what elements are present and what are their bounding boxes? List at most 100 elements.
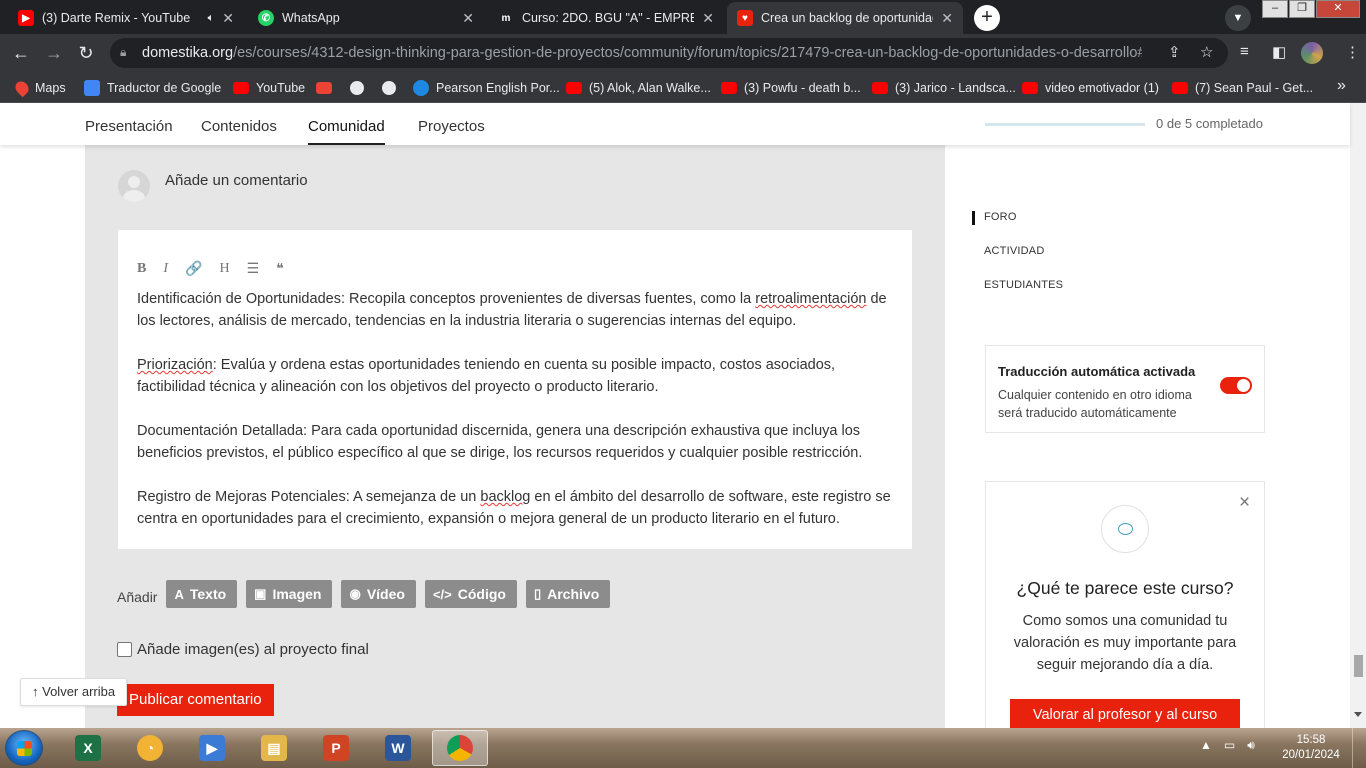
forward-arrow-icon[interactable]: → <box>43 42 65 64</box>
minimize-window-button[interactable]: – <box>1262 0 1288 18</box>
tray-arrow-icon[interactable]: ▲ <box>1200 738 1212 753</box>
scrollbar-thumb[interactable] <box>1354 655 1363 677</box>
start-button[interactable] <box>5 730 43 766</box>
bookmark-item[interactable] <box>382 78 403 98</box>
url-text[interactable]: domestika.org/es/courses/4312-design-thi… <box>142 45 1142 61</box>
speaker-icon[interactable]: 🔈︎ <box>208 12 215 25</box>
quote-icon[interactable]: ❝ <box>276 261 284 278</box>
taskbar-app[interactable]: X <box>60 730 116 766</box>
taskbar-app[interactable] <box>432 730 488 766</box>
share-icon[interactable]: ⇪ <box>1168 43 1181 61</box>
bookmark-item[interactable]: (5) Alok, Alan Walke... <box>566 78 711 98</box>
taskbar-app[interactable]: P <box>308 730 364 766</box>
rate-course-button[interactable]: Valorar al profesor y al curso <box>1010 699 1240 728</box>
add-file-button[interactable]: ▯ Archivo <box>525 580 611 608</box>
text-span: Registro de Mejoras Potenciales: A semej… <box>137 489 481 505</box>
heading-icon[interactable]: H <box>219 261 229 277</box>
italic-icon[interactable]: I <box>163 261 168 277</box>
bookmark-item[interactable]: Traductor de Google <box>84 78 221 98</box>
add-text-button[interactable]: A Texto <box>166 580 238 608</box>
side-nav-foro[interactable]: FORO <box>984 211 1017 223</box>
taskbar-app[interactable]: ▶ <box>184 730 240 766</box>
side-panel-icon[interactable]: ◧ <box>1272 43 1286 61</box>
tab-comunidad[interactable]: Comunidad <box>308 118 385 135</box>
rating-description: Como somos una comunidad tu valoración e… <box>1013 613 1237 673</box>
domestika-icon: ♥ <box>737 10 753 26</box>
list-icon[interactable]: ☰ <box>247 261 260 278</box>
link-icon[interactable]: 🔗 <box>185 261 202 278</box>
taskbar-app[interactable]: ◔ <box>122 730 178 766</box>
back-arrow-icon[interactable]: ← <box>10 42 32 64</box>
add-image-button[interactable]: ▣ Imagen <box>246 580 333 608</box>
auto-translation-card: Traducción automática activada Cualquier… <box>985 345 1265 433</box>
taskbar-clock[interactable]: 15:58 20/01/2024 <box>1280 733 1342 763</box>
new-tab-button[interactable]: + <box>974 5 1000 31</box>
bookmark-label: video emotivador (1) <box>1045 81 1159 95</box>
add-button-label: Imagen <box>272 586 322 602</box>
comment-editor[interactable]: B I 🔗 H ☰ ❝ Identificación de Oportunidades: … <box>118 230 912 549</box>
side-nav-actividad[interactable]: ACTIVIDAD <box>984 245 1044 257</box>
tab-contenidos[interactable]: Contenidos <box>201 118 277 135</box>
add-comment-title: Añade un comentario <box>165 172 308 189</box>
comment-text-area[interactable]: Identificación de Oportunidades: Recopil… <box>137 288 897 552</box>
show-desktop-button[interactable] <box>1352 728 1366 768</box>
kebab-menu-icon[interactable]: ⋮ <box>1345 43 1360 61</box>
tab-presentación[interactable]: Presentación <box>85 118 173 135</box>
add-code-button[interactable]: </> Código <box>424 580 517 608</box>
back-to-top-button[interactable]: ↑ Volver arriba <box>20 678 128 706</box>
browser-tab-strip: ▶ (3) Darte Remix - YouTube 🔈︎ ✕ ✆ WhatsApp ✕ m… <box>0 0 1366 34</box>
youtube-icon: ▶ <box>18 10 34 26</box>
browser-tab[interactable]: ✆ WhatsApp ✕ <box>248 2 484 34</box>
final-project-checkbox[interactable] <box>117 642 132 657</box>
browser-tab[interactable]: ♥ Crea un backlog de oportunidade ✕ <box>727 2 963 34</box>
add-video-button[interactable]: ◉ Vídeo <box>341 580 416 608</box>
bookmark-label: Traductor de Google <box>107 81 222 95</box>
bookmark-item[interactable]: Maps <box>12 78 66 98</box>
text-span: Identificación de Oportunidades: Recopil… <box>137 291 756 307</box>
publish-comment-button[interactable]: Publicar comentario <box>117 684 274 716</box>
close-tab-icon[interactable]: ✕ <box>462 10 474 27</box>
address-bar[interactable]: 🔒︎ domestika.org/es/courses/4312-design-… <box>110 38 1228 68</box>
moodle-icon: m <box>498 10 514 26</box>
bookmark-item[interactable]: (3) Jarico - Landsca... <box>872 78 1016 98</box>
add-button-label: Vídeo <box>366 586 405 602</box>
side-nav-estudiantes[interactable]: ESTUDIANTES <box>984 279 1063 291</box>
text-span: : Evalúa y ordena estas oportunidades te… <box>137 357 836 395</box>
bookmark-item[interactable] <box>350 78 371 98</box>
bookmark-item[interactable]: (3) Powfu - death b... <box>721 78 861 98</box>
youtube-icon <box>1172 82 1188 94</box>
browser-tab[interactable]: m Curso: 2DO. BGU "A" - EMPRENDI ✕ <box>488 2 724 34</box>
final-project-checkbox-label[interactable]: Añade imagen(es) al proyecto final <box>137 641 369 658</box>
scroll-down-arrow-icon[interactable] <box>1354 712 1362 717</box>
taskbar-app[interactable]: W <box>370 730 426 766</box>
final-project-checkbox-row[interactable]: Añade imagen(es) al proyecto final <box>117 641 369 658</box>
tab-proyectos[interactable]: Proyectos <box>418 118 485 135</box>
bold-icon[interactable]: B <box>137 261 146 277</box>
media-control-icon[interactable]: ≡ <box>1240 43 1249 60</box>
bookmark-item[interactable] <box>316 78 339 98</box>
close-tab-icon[interactable]: ✕ <box>222 10 234 27</box>
profile-avatar[interactable] <box>1301 42 1323 64</box>
taskbar-app[interactable]: ▤ <box>246 730 302 766</box>
page-scrollbar[interactable] <box>1350 103 1366 728</box>
reload-icon[interactable]: ↻ <box>75 42 97 64</box>
tab-search-button[interactable]: ▼ <box>1225 5 1251 31</box>
bookmark-star-icon[interactable]: ☆ <box>1200 43 1213 61</box>
volume-icon[interactable]: 🔊︎ <box>1247 738 1255 753</box>
bookmark-item[interactable]: YouTube <box>233 78 305 98</box>
browser-tab[interactable]: ▶ (3) Darte Remix - YouTube 🔈︎ ✕ <box>8 2 244 34</box>
bookmark-item[interactable]: video emotivador (1) <box>1022 78 1159 98</box>
close-window-button[interactable]: ✕ <box>1316 0 1360 18</box>
close-tab-icon[interactable]: ✕ <box>702 10 714 27</box>
network-icon[interactable]: ▭ <box>1224 738 1235 753</box>
lock-icon[interactable]: 🔒︎ <box>120 45 126 60</box>
video-icon: ◉ <box>349 586 361 601</box>
bookmark-item[interactable]: (7) Sean Paul - Get... <box>1172 78 1313 98</box>
close-icon[interactable]: × <box>1239 492 1250 514</box>
close-tab-icon[interactable]: ✕ <box>941 10 953 27</box>
auto-translation-toggle[interactable] <box>1220 377 1252 394</box>
comment-paragraph: Priorización: Evalúa y ordena estas opor… <box>137 354 897 398</box>
bookmark-item[interactable]: Pearson English Por... <box>413 78 560 98</box>
chevron-right-icon[interactable]: » <box>1337 77 1346 95</box>
maximize-window-button[interactable]: ❐ <box>1289 0 1315 18</box>
